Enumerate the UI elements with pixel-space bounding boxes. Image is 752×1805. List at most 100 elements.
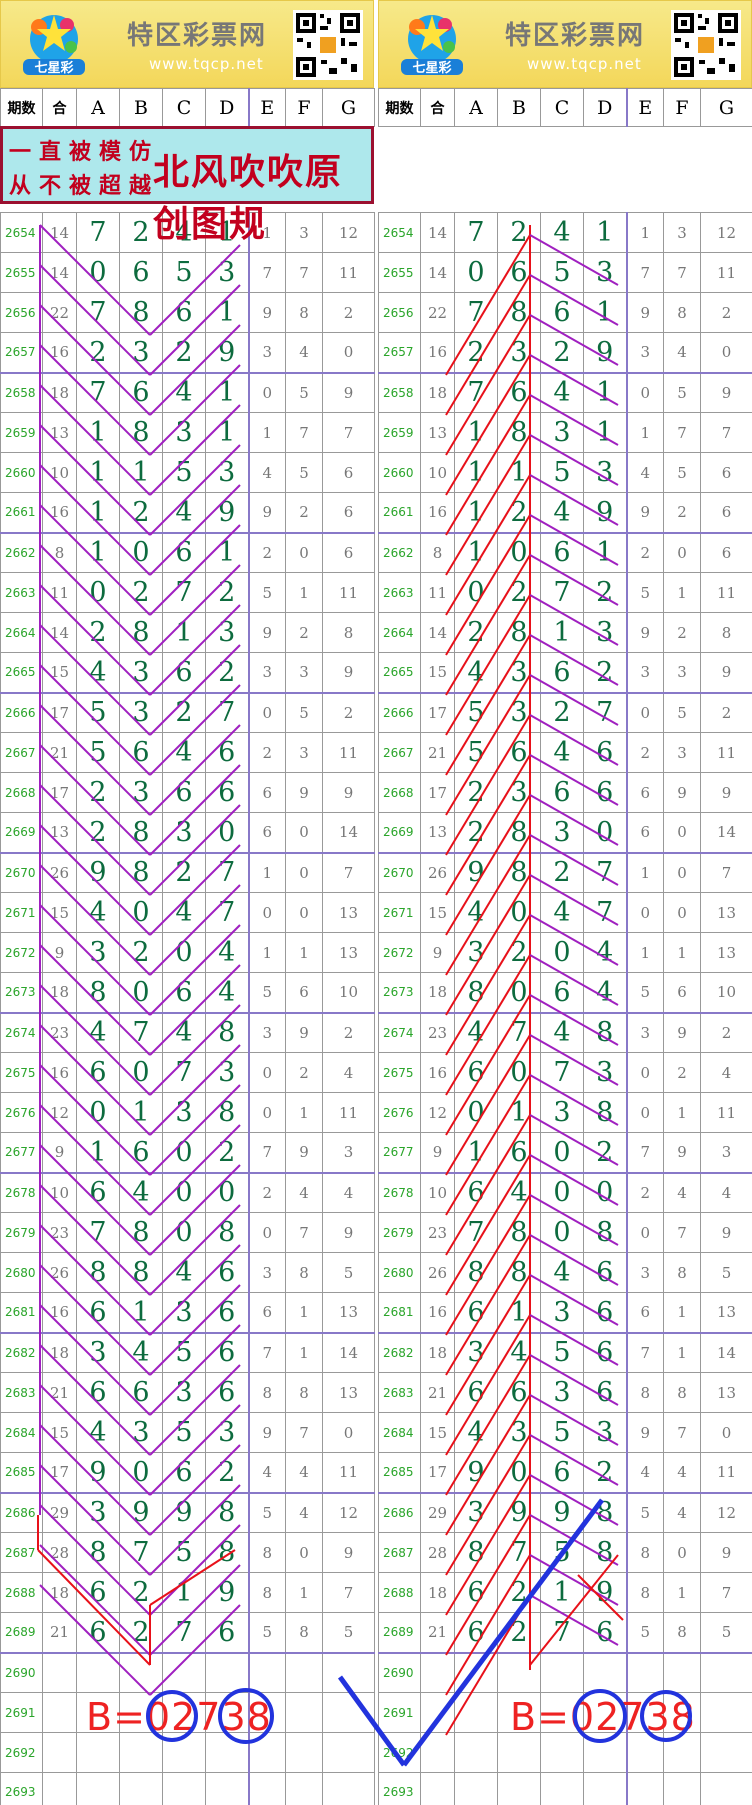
table-row: 2682 18 3 4 5 6 7 1 14 [0,1332,375,1373]
digit-cell: 2 [540,852,584,893]
period-cell: 2689 [378,1612,421,1654]
digit-cell [247,1652,286,1693]
period-cell: 2657 [0,332,43,374]
digit-cell: 1 [454,532,498,573]
digit-cell: 3 [540,1092,584,1133]
period-cell: 2682 [0,1332,43,1373]
table-row: 2676 12 0 1 3 8 0 1 11 [0,1092,375,1133]
digit-cell: 3 [76,1332,120,1373]
table-row: 2660 10 1 1 5 3 4 5 6 [0,452,375,493]
digit-cell: 9 [625,612,664,653]
digit-cell [119,1652,163,1693]
digit-cell: 0 [285,852,323,893]
digit-cell: 3 [497,692,541,733]
digit-cell: 6 [322,452,375,493]
sum-cell: 26 [420,1252,455,1293]
digit-cell: 6 [540,292,584,333]
sum-cell: 23 [420,1012,455,1053]
period-cell: 2657 [378,332,421,374]
sum-cell: 16 [420,1292,455,1334]
digit-cell [162,1652,206,1693]
slogan-spacer [379,127,752,213]
digit-cell: 9 [76,1452,120,1494]
period-cell: 2666 [0,692,43,733]
table-row: 2658 18 7 6 4 1 0 5 9 [0,372,375,413]
digit-cell: 4 [76,892,120,933]
period-cell: 2668 [0,772,43,813]
period-cell: 2658 [0,372,43,413]
digit-cell: 3 [625,332,664,374]
period-cell: 2686 [0,1492,43,1533]
digit-cell: 3 [454,1332,498,1373]
digit-cell: 5 [625,572,664,613]
digit-cell: 1 [162,1572,206,1613]
period-cell: 2665 [378,652,421,694]
sum-cell: 18 [420,1572,455,1613]
digit-cell: 7 [205,692,249,733]
table-row: 2675 16 6 0 7 3 0 2 4 [378,1052,752,1093]
digit-cell: 4 [540,372,584,413]
digit-cell: 4 [454,1012,498,1053]
period-cell: 2664 [378,612,421,653]
digit-cell: 9 [285,1132,323,1174]
digit-cell: 1 [119,1292,163,1334]
digit-cell: 5 [285,372,323,413]
digit-cell: 1 [247,412,286,453]
table-row: 2654 14 7 2 4 1 1 3 12 [378,212,752,253]
column-header: A [454,88,498,127]
digit-cell: 0 [540,932,584,973]
digit-cell: 6 [205,1372,249,1413]
digit-cell: 9 [285,1012,323,1053]
column-header: C [540,88,584,127]
digit-cell: 13 [322,1372,375,1413]
digit-cell: 0 [247,692,286,733]
digit-cell: 9 [700,1532,752,1573]
digit-cell: 1 [205,532,249,573]
digit-cell: 11 [322,252,375,293]
digit-cell: 6 [162,1452,206,1494]
period-cell: 2686 [378,1492,421,1533]
digit-cell: 4 [76,1012,120,1053]
sum-cell: 29 [42,1492,77,1533]
table-row: 2656 22 7 8 6 1 9 8 2 [378,292,752,333]
site-url: www.tqcp.net [149,55,264,73]
digit-cell: 0 [322,332,375,374]
column-header: D [583,88,627,127]
digit-cell: 3 [205,1052,249,1093]
table-row: 2663 11 0 2 7 2 5 1 11 [378,572,752,613]
digit-cell: 9 [540,1492,584,1533]
digit-cell: 1 [247,852,286,893]
period-cell: 2660 [378,452,421,493]
digit-cell: 2 [205,1452,249,1494]
digit-cell: 0 [663,532,701,573]
period-cell: 2693 [378,1772,421,1805]
sum-cell: 15 [420,652,455,694]
digit-cell: 2 [119,1612,163,1654]
column-header: 合 [42,88,77,127]
sum-cell: 13 [420,812,455,854]
digit-cell: 0 [162,1172,206,1213]
digit-cell: 8 [497,852,541,893]
digit-cell: 6 [205,1252,249,1293]
sum-cell: 14 [420,212,455,253]
digit-cell: 3 [540,412,584,453]
digit-cell: 7 [322,852,375,893]
digit-cell: 2 [76,772,120,813]
period-cell: 2676 [378,1092,421,1133]
digit-cell: 1 [205,372,249,413]
period-cell: 2681 [0,1292,43,1334]
digit-cell: 8 [583,1492,627,1533]
digit-cell: 4 [625,1452,664,1494]
digit-cell: 8 [497,412,541,453]
period-cell: 2670 [0,852,43,893]
digit-cell: 7 [454,292,498,333]
slogan-box: 一直被模仿 从不被超越 北风吹吹原创图规 [0,126,374,245]
digit-cell [76,1772,120,1805]
digit-cell: 6 [540,532,584,573]
period-cell: 2669 [0,812,43,854]
digit-cell: 1 [76,412,120,453]
digit-cell: 7 [583,852,627,893]
digit-cell: 5 [162,1332,206,1373]
period-cell: 2677 [0,1132,43,1174]
digit-cell: 13 [322,892,375,933]
